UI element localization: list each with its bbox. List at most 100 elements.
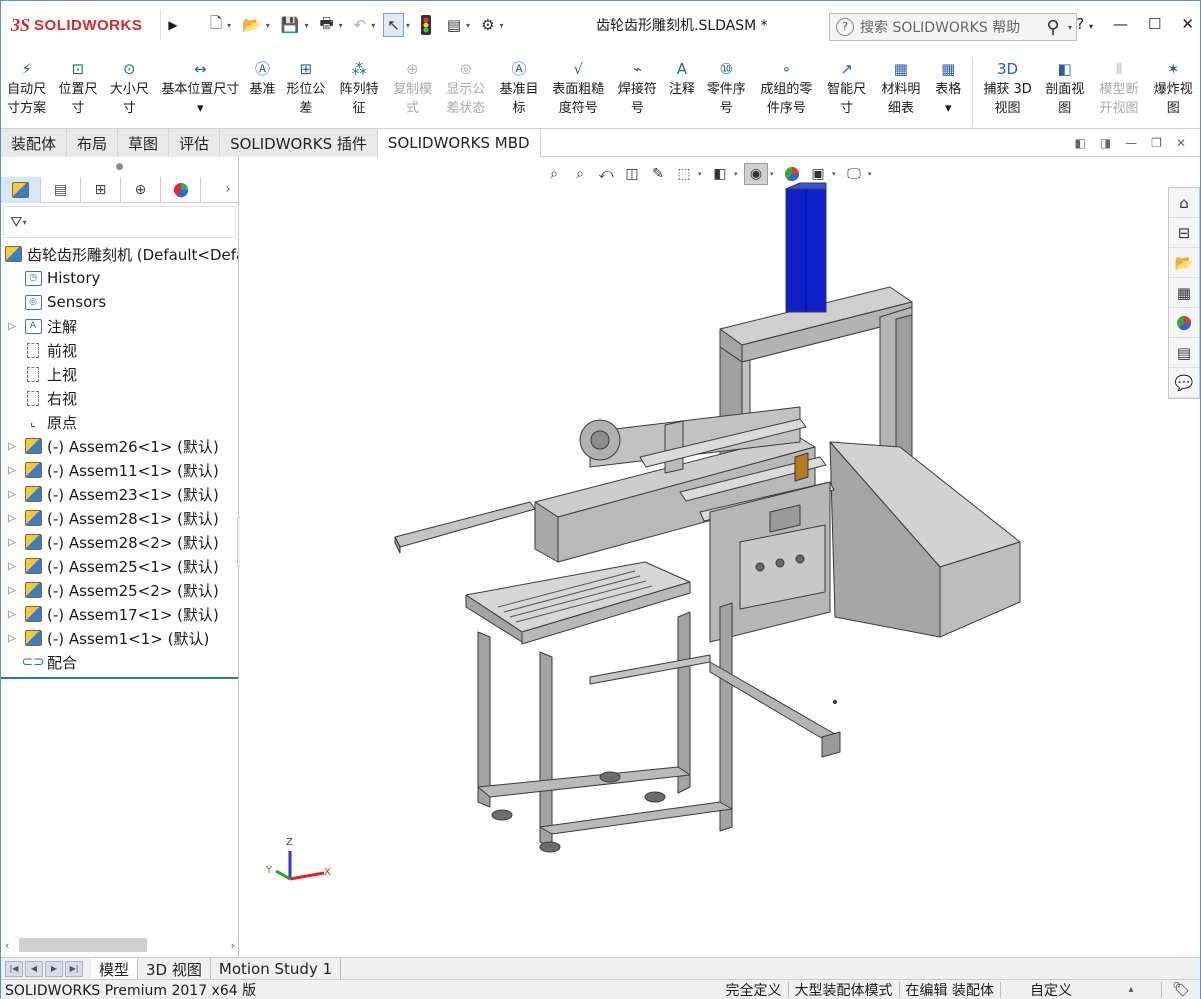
cmd-button-size-dimension[interactable]: ⊙ 大小尺 寸	[104, 59, 155, 118]
status-units[interactable]: 自定义	[1001, 980, 1101, 999]
view-palette-icon[interactable]: ▦	[1169, 278, 1199, 308]
tree-item[interactable]: 上视	[1, 362, 238, 386]
tree-rollback-bar[interactable]	[1, 677, 238, 679]
search-icon[interactable]: ⚲	[1038, 17, 1068, 38]
rebuild-traffic-light-icon[interactable]	[418, 13, 434, 37]
tab-1[interactable]: 布局	[67, 129, 119, 157]
dimxpertmanager-tab-icon[interactable]: ⊕	[121, 177, 161, 203]
solidworks-resources-home-icon[interactable]: ⌂	[1169, 188, 1199, 218]
menu-expand-icon[interactable]: ▶	[165, 18, 181, 32]
tab-2[interactable]: 草图	[118, 129, 170, 157]
tab-0[interactable]: 装配体	[1, 129, 68, 157]
tree-item[interactable]: ▷ (-) Assem25<1> (默认)	[1, 554, 238, 578]
units-menu-icon[interactable]: ▴	[1101, 984, 1161, 995]
tree-item[interactable]: 右视	[1, 386, 238, 410]
next-tab-icon[interactable]: ▶	[45, 960, 63, 977]
last-tab-icon[interactable]: ▶|	[65, 960, 83, 977]
viewport-forward-icon[interactable]: ◨	[1100, 136, 1111, 150]
tree-item[interactable]: ▷ (-) Assem25<2> (默认)	[1, 578, 238, 602]
tree-horizontal-scrollbar[interactable]: ‹ ›	[5, 937, 235, 953]
options-dropdown-icon[interactable]: ▾	[500, 21, 504, 30]
cmd-button-pattern-feature[interactable]: ⁂ 阵列特 征	[333, 59, 386, 118]
cmd-button-table[interactable]: ▦ 表格 ▾	[929, 59, 968, 118]
help-search-box[interactable]: ? 搜索 SOLIDWORKS 帮助 ⚲ ▾	[829, 13, 1077, 41]
first-tab-icon[interactable]: |◀	[5, 960, 23, 977]
tree-item[interactable]: ◷ History	[1, 266, 238, 290]
file-properties-icon[interactable]: ▤	[444, 13, 464, 37]
expand-arrow-icon[interactable]: ▷	[1, 513, 23, 524]
bottom-tab-1[interactable]: 3D 视图	[138, 958, 211, 980]
cmd-button-tolerance-status[interactable]: ⊚ 显示公 差状态	[439, 59, 492, 118]
expand-arrow-icon[interactable]: ▷	[1, 585, 23, 596]
print-dropdown-icon[interactable]: ▾	[339, 21, 343, 30]
viewport-close-icon[interactable]: ✕	[1176, 136, 1186, 150]
custom-properties-icon[interactable]: ▤	[1169, 338, 1199, 368]
cmd-button-auto-dimension[interactable]: ⚡ 自动尺 寸方案	[1, 59, 52, 118]
undo-dropdown-icon[interactable]: ▾	[371, 21, 375, 30]
tree-item[interactable]: ▷ (-) Assem26<1> (默认)	[1, 434, 238, 458]
open-dropdown-icon[interactable]: ▾	[266, 21, 270, 30]
tree-item[interactable]: ▷ (-) Assem23<1> (默认)	[1, 482, 238, 506]
expand-arrow-icon[interactable]: ▷	[1, 537, 23, 548]
tab-5[interactable]: SOLIDWORKS MBD	[377, 129, 541, 157]
tree-item[interactable]: ⊂⊃ 配合	[1, 650, 238, 674]
more-tabs-icon[interactable]: ›	[218, 177, 238, 202]
tree-root-assembly[interactable]: 齿轮齿形雕刻机 (Default<Defa	[1, 242, 238, 266]
tab-4[interactable]: SOLIDWORKS 插件	[220, 129, 378, 157]
cmd-button-balloon[interactable]: ⑩ 零件序 号	[700, 59, 753, 118]
cmd-button-location-dimension[interactable]: ⊡ 位置尺 寸	[52, 59, 103, 118]
scroll-right-icon[interactable]: ›	[231, 939, 235, 952]
expand-arrow-icon[interactable]: ▷	[1, 465, 23, 476]
bottom-tab-2[interactable]: Motion Study 1	[211, 958, 342, 980]
save-icon[interactable]: 💾	[278, 13, 303, 37]
design-library-icon[interactable]: ⊟	[1169, 218, 1199, 248]
assembly-3d-model[interactable]	[240, 157, 1200, 957]
expand-arrow-icon[interactable]: ▷	[1, 489, 23, 500]
cmd-button-capture-3d-view[interactable]: 3D 捕获 3D 视图	[977, 59, 1038, 118]
graphics-area[interactable]: ⌕ ⌕ ⤺ ◫ ✎ ⬚ ▾ ◧ ▾ ◉ ▾ ▣ ▾ 🖵 ▾ Z X Y ⌂ ⊟ …	[240, 157, 1200, 957]
viewport-minimize-icon[interactable]: —	[1125, 136, 1137, 150]
prev-tab-icon[interactable]: ◀	[25, 960, 43, 977]
open-document-icon[interactable]: 📂	[239, 13, 264, 37]
tree-item[interactable]: ▷ (-) Assem28<2> (默认)	[1, 530, 238, 554]
expand-arrow-icon[interactable]: ▷	[1, 609, 23, 620]
tree-item[interactable]: ▷ A 注解	[1, 314, 238, 338]
configurationmanager-tab-icon[interactable]: ⊞	[81, 177, 121, 203]
bottom-tab-0[interactable]: 模型	[91, 958, 139, 980]
close-icon[interactable]: ✕	[1181, 15, 1194, 33]
cmd-button-exploded-view[interactable]: ✶ 爆炸视 图	[1147, 59, 1200, 118]
expand-arrow-icon[interactable]: ▷	[1, 441, 23, 452]
cmd-button-datum[interactable]: Ⓐ 基准	[246, 59, 280, 99]
maximize-icon[interactable]: ☐	[1148, 15, 1161, 33]
panel-grip-icon[interactable]: ●	[1, 157, 238, 177]
tree-item[interactable]: 前视	[1, 338, 238, 362]
expand-arrow-icon[interactable]: ▷	[1, 321, 23, 332]
file-explorer-icon[interactable]: 📂	[1169, 248, 1199, 278]
cmd-button-note[interactable]: A 注释	[664, 59, 700, 99]
tree-item[interactable]: ▷ (-) Assem17<1> (默认)	[1, 602, 238, 626]
expand-arrow-icon[interactable]: ▷	[1, 633, 23, 644]
new-dropdown-icon[interactable]: ▾	[227, 21, 231, 30]
search-dropdown-icon[interactable]: ▾	[1068, 23, 1072, 32]
cmd-button-gtol[interactable]: ⊞ 形位公 差	[279, 59, 332, 118]
featuremanager-tab-icon[interactable]	[1, 177, 41, 203]
cmd-button-model-break-view[interactable]: ⫴ 模型断 开视图	[1091, 59, 1146, 118]
tree-item[interactable]: ▷ (-) Assem11<1> (默认)	[1, 458, 238, 482]
propertymanager-tab-icon[interactable]: ▤	[41, 177, 81, 203]
print-icon[interactable]: 🖶	[316, 13, 336, 37]
cmd-button-datum-target[interactable]: Ⓐ 基准目 标	[492, 59, 545, 118]
cmd-button-stacked-balloon[interactable]: ∘ 成组的零 件序号	[753, 59, 820, 118]
viewport-back-icon[interactable]: ◧	[1074, 136, 1085, 150]
tree-filter-icon[interactable]: ⛛ ▾	[3, 206, 236, 238]
cmd-button-bom[interactable]: ▦ 材料明 细表	[873, 59, 928, 118]
expand-arrow-icon[interactable]: ▷	[1, 561, 23, 572]
tree-item[interactable]: ▷ (-) Assem28<1> (默认)	[1, 506, 238, 530]
options-gear-icon[interactable]: ⚙	[478, 13, 497, 37]
select-cursor-icon[interactable]: ↖	[383, 13, 404, 37]
status-large-assembly-mode[interactable]: 大型装配体模式	[789, 980, 899, 999]
undo-icon[interactable]: ↶	[351, 13, 370, 37]
appearances-scenes-icon[interactable]	[1169, 308, 1199, 338]
minimize-icon[interactable]: —	[1113, 15, 1128, 33]
scroll-left-icon[interactable]: ‹	[5, 939, 9, 952]
cmd-button-surface-finish[interactable]: √ 表面粗糙 度符号	[546, 59, 611, 118]
